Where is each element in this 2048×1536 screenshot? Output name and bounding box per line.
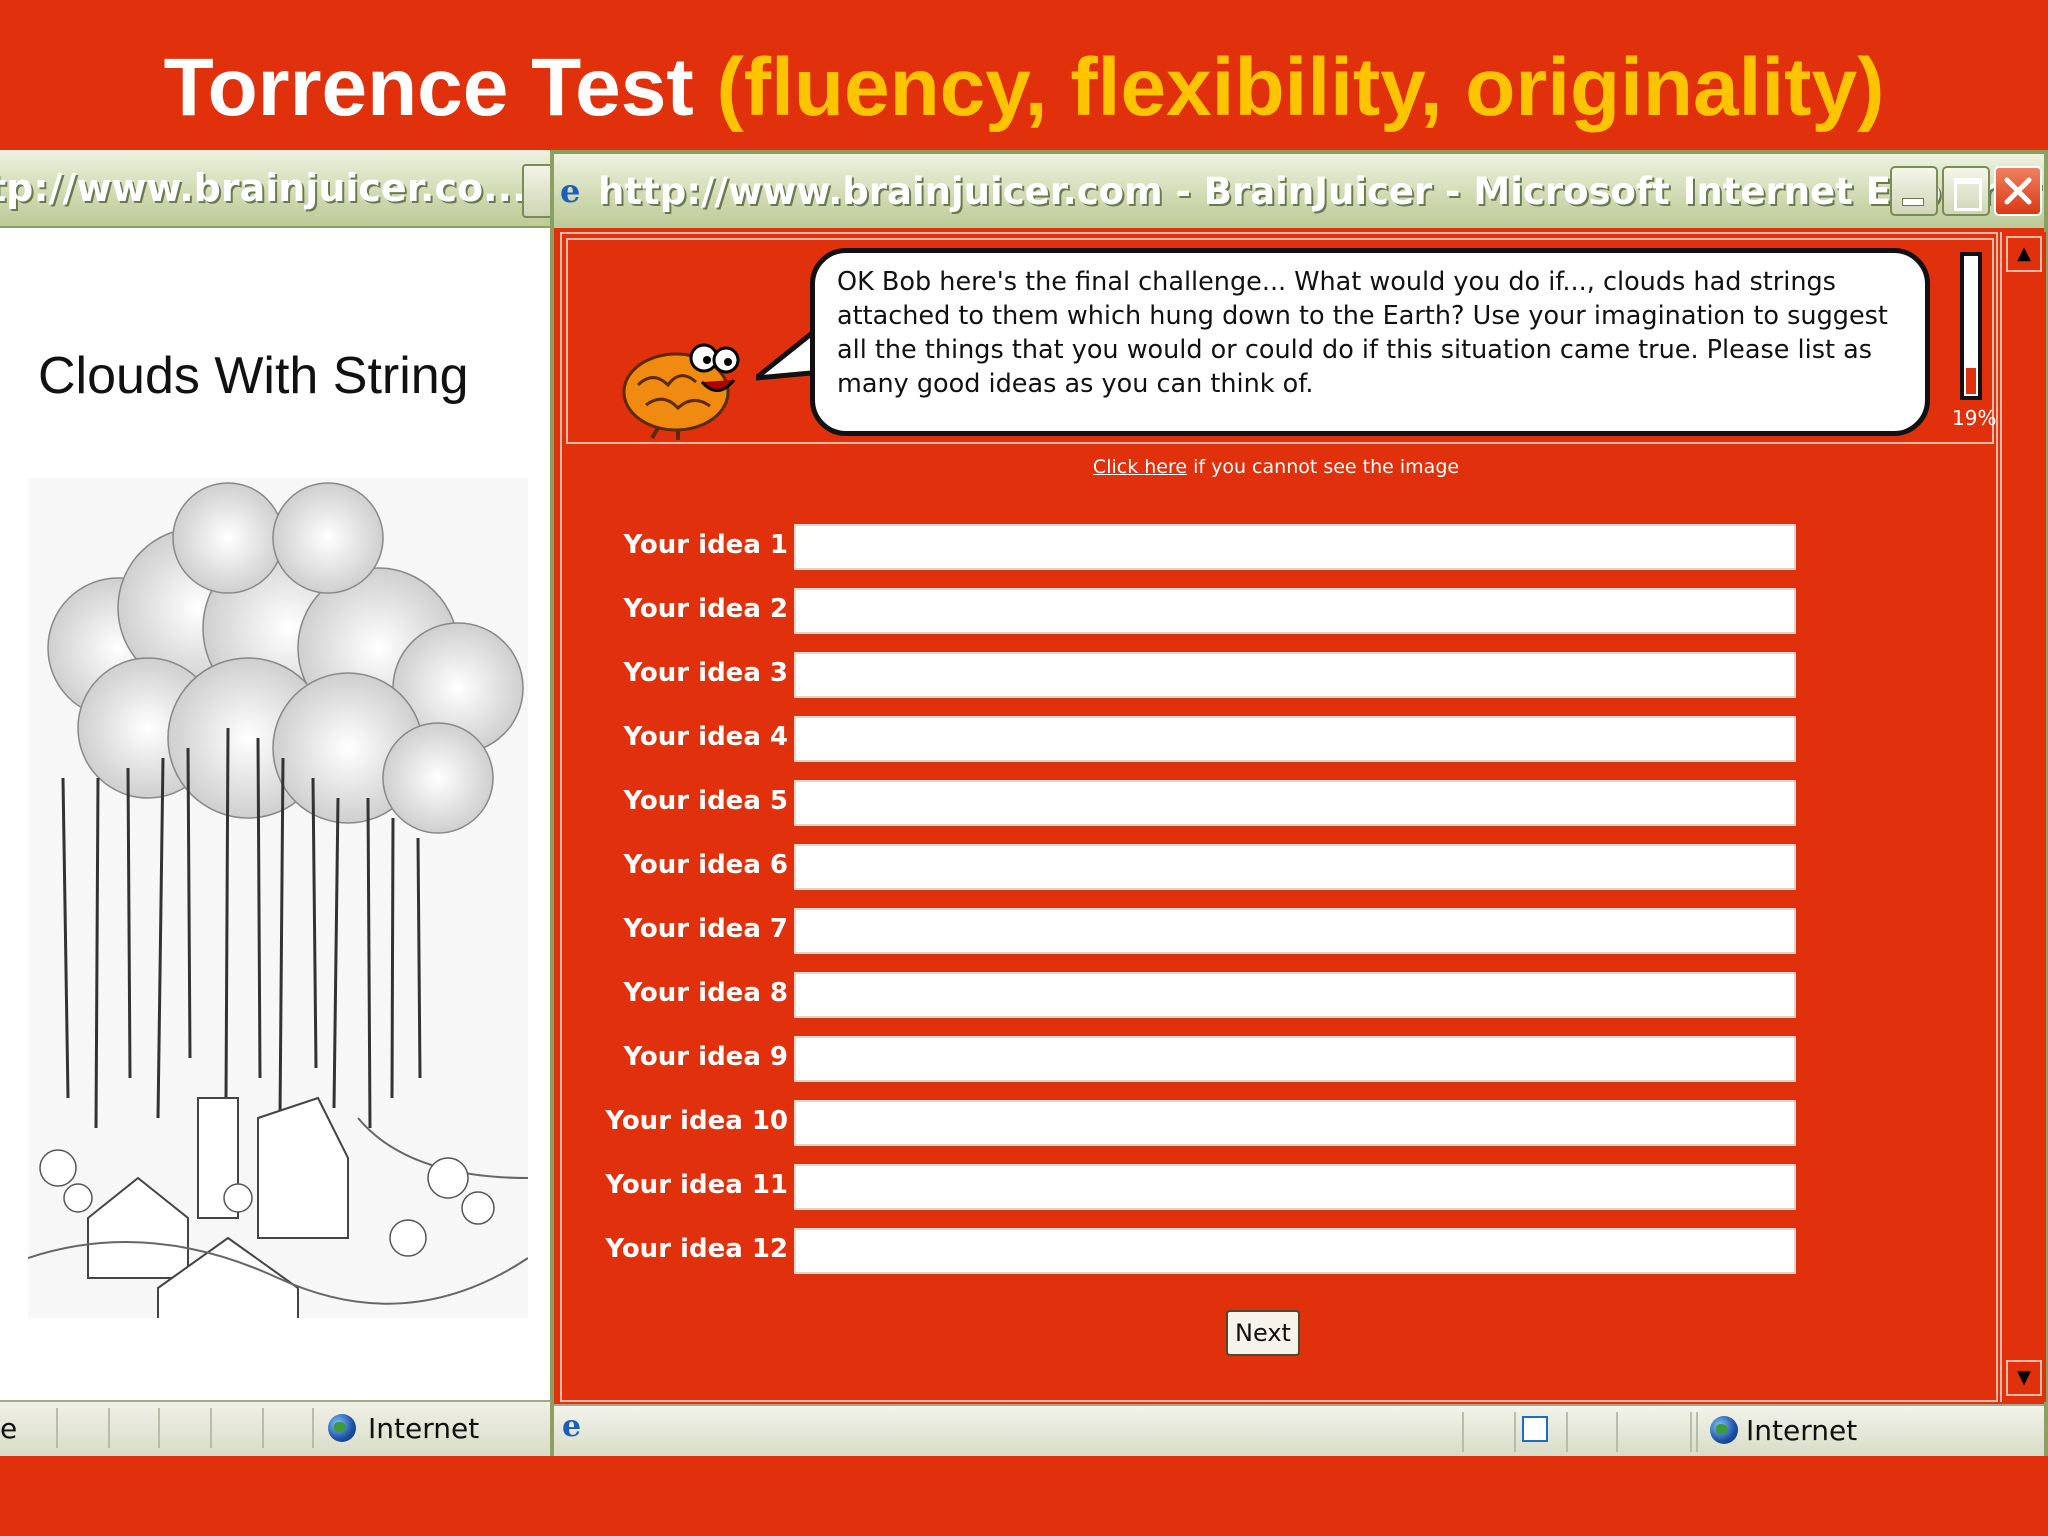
idea-input-7[interactable] xyxy=(794,908,1796,954)
idea-input-10[interactable] xyxy=(794,1100,1796,1146)
page-content: OK Bob here's the final challenge... Wha… xyxy=(560,232,1998,1402)
close-icon xyxy=(2004,177,2032,205)
idea-label: Your idea 7 xyxy=(623,914,788,944)
idea-label: Your idea 5 xyxy=(623,786,788,816)
idea-label: Your idea 12 xyxy=(605,1234,788,1264)
idea-input-12[interactable] xyxy=(794,1228,1796,1274)
image-hint: Click here if you cannot see the image xyxy=(562,456,1990,478)
front-window-titlebar[interactable]: e http://www.brainjuicer.com - BrainJuic… xyxy=(554,154,2044,228)
back-browser-window: tp://www.brainjuicer.co... Clouds With S… xyxy=(0,150,556,1456)
idea-input-3[interactable] xyxy=(794,652,1796,698)
idea-row: Your idea 11 xyxy=(562,1164,1962,1210)
idea-label: Your idea 9 xyxy=(623,1042,788,1072)
ie-icon: e xyxy=(560,172,581,210)
page-icon: e xyxy=(562,1409,582,1444)
idea-label: Your idea 1 xyxy=(623,530,788,560)
progress-label: 19% xyxy=(1952,406,1997,430)
status-divider xyxy=(158,1408,160,1448)
idea-input-2[interactable] xyxy=(794,588,1796,634)
idea-input-6[interactable] xyxy=(794,844,1796,890)
idea-input-5[interactable] xyxy=(794,780,1796,826)
minimize-icon xyxy=(1902,198,1924,206)
scroll-down-button[interactable]: ▼ xyxy=(2006,1360,2042,1396)
status-divider xyxy=(1566,1412,1568,1452)
status-divider xyxy=(1696,1412,1698,1452)
slide-title-sub: (fluency, flexibility, originality) xyxy=(716,42,1885,133)
maximize-button[interactable] xyxy=(1942,166,1990,216)
idea-row: Your idea 6 xyxy=(562,844,1962,890)
idea-row: Your idea 2 xyxy=(562,588,1962,634)
front-browser-window: e http://www.brainjuicer.com - BrainJuic… xyxy=(550,150,2048,1456)
speech-bubble: OK Bob here's the final challenge... Wha… xyxy=(810,248,1930,436)
brain-mascot-icon xyxy=(622,343,740,440)
globe-icon xyxy=(1710,1416,1738,1444)
back-window-statusbar: e Internet xyxy=(0,1400,550,1456)
hint-text: if you cannot see the image xyxy=(1187,456,1460,478)
popup-blocker-icon[interactable] xyxy=(1522,1416,1548,1442)
next-button[interactable]: Next xyxy=(1226,1310,1300,1356)
status-divider xyxy=(1690,1412,1692,1452)
slide-title: Torrence Test (fluency, flexibility, ori… xyxy=(0,38,2048,138)
back-status-text: e xyxy=(0,1412,18,1445)
front-window-statusbar: e Internet xyxy=(554,1404,2044,1456)
idea-row: Your idea 4 xyxy=(562,716,1962,762)
idea-input-8[interactable] xyxy=(794,972,1796,1018)
idea-input-11[interactable] xyxy=(794,1164,1796,1210)
vertical-scrollbar[interactable]: ▲ ▼ xyxy=(2000,232,2046,1402)
back-window-title: tp://www.brainjuicer.co... xyxy=(0,166,527,210)
idea-label: Your idea 4 xyxy=(623,722,788,752)
progress-bar xyxy=(1960,252,1982,400)
globe-icon xyxy=(328,1414,356,1442)
idea-label: Your idea 6 xyxy=(623,850,788,880)
idea-input-4[interactable] xyxy=(794,716,1796,762)
front-window-title: http://www.brainjuicer.com - BrainJuicer… xyxy=(598,170,2042,213)
idea-row: Your idea 3 xyxy=(562,652,1962,698)
idea-input-1[interactable] xyxy=(794,524,1796,570)
progress-fill xyxy=(1966,368,1976,394)
idea-row: Your idea 5 xyxy=(562,780,1962,826)
maximize-icon xyxy=(1954,178,1982,211)
idea-row: Your idea 12 xyxy=(562,1228,1962,1274)
close-button[interactable] xyxy=(1994,166,2042,216)
status-divider xyxy=(262,1408,264,1448)
minimize-button[interactable] xyxy=(1890,166,1938,216)
idea-row: Your idea 9 xyxy=(562,1036,1962,1082)
idea-label: Your idea 10 xyxy=(605,1106,788,1136)
idea-row: Your idea 1 xyxy=(562,524,1962,570)
image-caption: Clouds With String xyxy=(38,347,469,405)
scroll-up-button[interactable]: ▲ xyxy=(2006,236,2042,272)
click-here-link[interactable]: Click here xyxy=(1093,456,1187,478)
front-status-zone: Internet xyxy=(1746,1414,1858,1447)
status-divider xyxy=(108,1408,110,1448)
status-divider xyxy=(1462,1412,1464,1452)
status-divider xyxy=(1514,1412,1516,1452)
back-window-titlebar[interactable]: tp://www.brainjuicer.co... xyxy=(0,150,556,228)
back-status-zone: Internet xyxy=(368,1412,480,1445)
status-divider xyxy=(312,1408,314,1448)
status-divider xyxy=(56,1408,58,1448)
idea-row: Your idea 7 xyxy=(562,908,1962,954)
status-divider xyxy=(210,1408,212,1448)
back-window-content: Clouds With String xyxy=(0,228,546,1356)
challenge-text: OK Bob here's the final challenge... Wha… xyxy=(837,267,1888,399)
idea-label: Your idea 2 xyxy=(623,594,788,624)
challenge-header: OK Bob here's the final challenge... Wha… xyxy=(566,238,1997,444)
idea-label: Your idea 11 xyxy=(605,1170,788,1200)
idea-label: Your idea 3 xyxy=(623,658,788,688)
status-divider xyxy=(1616,1412,1618,1452)
idea-row: Your idea 8 xyxy=(562,972,1962,1018)
idea-input-9[interactable] xyxy=(794,1036,1796,1082)
slide-title-main: Torrence Test xyxy=(163,42,694,133)
idea-row: Your idea 10 xyxy=(562,1100,1962,1146)
clouds-with-string-illustration xyxy=(28,478,528,1318)
idea-label: Your idea 8 xyxy=(623,978,788,1008)
